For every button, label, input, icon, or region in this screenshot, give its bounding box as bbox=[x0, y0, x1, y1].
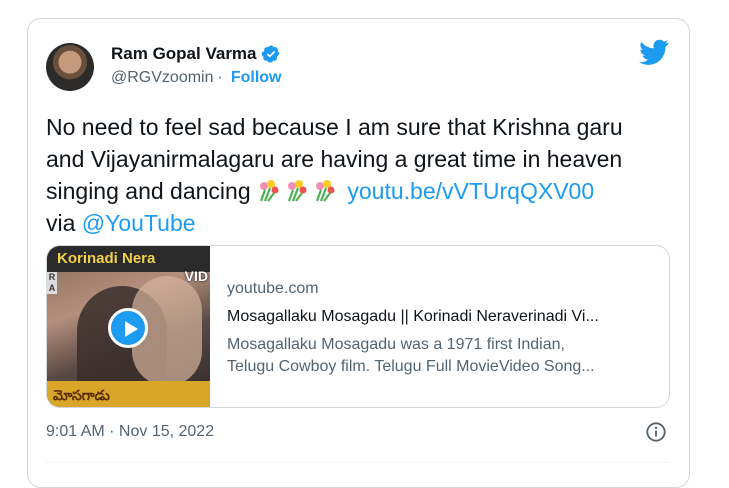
card-title[interactable]: Mosagallaku Mosagadu || Korinadi Neraver… bbox=[227, 308, 657, 326]
twitter-bird-icon[interactable] bbox=[639, 39, 669, 65]
bouquet-icon bbox=[257, 178, 281, 202]
thumbnail-vid-text: VID bbox=[184, 268, 208, 284]
bouquet-icon bbox=[313, 178, 337, 202]
tweet-timestamp[interactable]: 9:01 AM · Nov 15, 2022 bbox=[46, 423, 214, 441]
link-preview-card[interactable]: Korinadi Nera VID R A మోసగాడు youtube.co… bbox=[46, 245, 670, 408]
avatar[interactable] bbox=[46, 43, 94, 91]
author-block: Ram Gopal Varma @RGVzoomin · Follow bbox=[111, 43, 281, 87]
mention-link[interactable]: @YouTube bbox=[82, 210, 196, 236]
tweet-text-line: singing and dancing bbox=[46, 178, 251, 204]
card-body: youtube.com Mosagallaku Mosagadu || Kori… bbox=[227, 280, 657, 378]
follow-button[interactable]: Follow bbox=[231, 69, 282, 87]
handle-separator: · bbox=[217, 69, 223, 86]
author-handle[interactable]: @RGVzoomin bbox=[111, 69, 214, 87]
tweet-card: Ram Gopal Varma @RGVzoomin · Follow No n… bbox=[27, 18, 690, 488]
tweet-via: via bbox=[46, 210, 76, 236]
tweet-text: No need to feel sad because I am sure th… bbox=[46, 111, 676, 239]
tweet-link[interactable]: youtu.be/vVTUrqQXV00 bbox=[347, 178, 594, 204]
author-name[interactable]: Ram Gopal Varma bbox=[111, 44, 257, 64]
info-icon[interactable] bbox=[645, 421, 667, 443]
card-desc-line: Telugu Cowboy film. Telugu Full MovieVid… bbox=[227, 358, 595, 375]
thumbnail-footer: మోసగాడు bbox=[47, 381, 210, 407]
tweet-text-line: No need to feel sad because I am sure th… bbox=[46, 114, 623, 140]
card-desc-line: Mosagallaku Mosagadu was a 1971 first In… bbox=[227, 336, 565, 353]
tweet-text-line: and Vijayanirmalagaru are having a great… bbox=[46, 146, 623, 172]
verified-badge-icon bbox=[261, 44, 281, 64]
handle-row: @RGVzoomin · Follow bbox=[111, 69, 281, 87]
video-thumbnail[interactable]: Korinadi Nera VID R A మోసగాడు bbox=[47, 246, 210, 407]
thumbnail-tag: R A bbox=[47, 272, 57, 294]
play-icon[interactable] bbox=[108, 308, 148, 348]
card-description: Mosagallaku Mosagadu was a 1971 first In… bbox=[227, 334, 657, 378]
card-domain: youtube.com bbox=[227, 280, 319, 297]
name-row: Ram Gopal Varma bbox=[111, 43, 281, 65]
bouquet-icon bbox=[285, 178, 309, 202]
